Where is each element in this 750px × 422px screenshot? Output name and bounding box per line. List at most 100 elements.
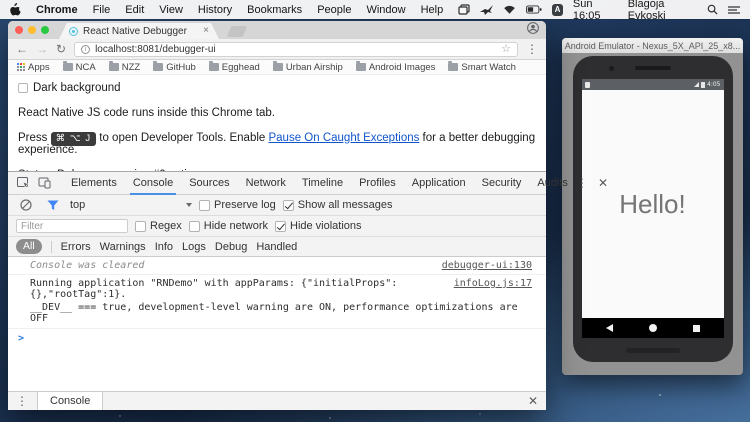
preserve-log-checkbox[interactable] [199,200,210,211]
console-output[interactable]: Console was cleared debugger-ui:130 Runn… [8,257,546,391]
tab-security[interactable]: Security [474,172,530,194]
bookmark-folder-nzz[interactable]: NZZ [109,62,140,73]
bookmark-folder-nca[interactable]: NCA [63,62,96,73]
windows-status-icon[interactable] [458,4,470,15]
hide-network-label: Hide network [204,220,268,232]
bookmark-folder-egghead[interactable]: Egghead [209,62,260,73]
phone-screen[interactable]: 4:05 Hello! [582,79,724,338]
device-toolbar-icon[interactable] [38,177,51,189]
hide-violations-option[interactable]: Hide violations [275,220,362,232]
console-prompt-chevron[interactable]: > [8,329,546,344]
tab-profiles[interactable]: Profiles [351,172,404,194]
level-info[interactable]: Info [155,241,173,253]
android-back-button[interactable] [606,324,613,332]
bookmark-apps[interactable]: Apps [17,62,50,73]
drawer-menu-icon[interactable]: ⋮ [16,395,28,407]
folder-icon [209,63,219,71]
menubar-user[interactable]: Blagoja Evkoski [628,0,697,22]
tab-timeline[interactable]: Timeline [294,172,351,194]
url-text[interactable]: localhost:8081/debugger-ui [95,44,216,55]
bookmark-folder-urban-airship[interactable]: Urban Airship [273,62,343,73]
preserve-log-option[interactable]: Preserve log [199,199,276,211]
android-emulator-window: Android Emulator - Nexus_5X_API_25_x8...… [562,38,743,375]
level-debug[interactable]: Debug [215,241,247,253]
dark-background-checkbox[interactable] [18,83,28,93]
close-window-button[interactable] [15,26,23,34]
devtools-menu-icon[interactable]: ⋮ [576,177,588,189]
profile-avatar-icon[interactable] [527,21,539,39]
menubar-app-name[interactable]: Chrome [36,4,78,16]
filter-input[interactable] [16,219,128,233]
apple-menu-icon[interactable] [10,3,21,16]
source-link[interactable]: infoLog.js:17 [442,278,532,289]
menu-help[interactable]: Help [421,4,444,16]
menu-bookmarks[interactable]: Bookmarks [247,4,302,16]
new-tab-button[interactable] [227,26,247,37]
filter-funnel-icon[interactable] [47,200,59,211]
clear-console-icon[interactable] [20,199,32,211]
pause-exceptions-link[interactable]: Pause On Caught Exceptions [268,132,419,144]
page-info-icon[interactable]: i [81,45,90,54]
back-icon[interactable]: ← [16,43,28,55]
level-handled[interactable]: Handled [256,241,297,253]
execution-context-selector[interactable]: top [70,199,192,211]
regex-option[interactable]: Regex [135,220,182,232]
tab-network[interactable]: Network [238,172,294,194]
bookmark-folder-smart-watch[interactable]: Smart Watch [448,62,516,73]
level-warnings[interactable]: Warnings [100,241,146,253]
notification-center-icon[interactable] [728,5,740,15]
menu-people[interactable]: People [317,4,351,16]
level-all[interactable]: All [16,239,42,254]
wifi-icon[interactable] [503,5,516,15]
menubar-clock[interactable]: Sun 16:05 [573,0,618,22]
bookmark-label: GitHub [166,62,196,73]
show-all-messages-checkbox[interactable] [283,200,294,211]
show-all-messages-option[interactable]: Show all messages [283,199,393,211]
tab-console[interactable]: Console [125,172,181,194]
tab-close-icon[interactable]: × [203,26,209,36]
tab-audits[interactable]: Audits [529,172,576,194]
devtools-close-icon[interactable]: ✕ [598,177,608,189]
hide-network-option[interactable]: Hide network [189,220,268,232]
android-home-button[interactable] [649,324,657,332]
tab-sources[interactable]: Sources [181,172,237,194]
fullscreen-window-button[interactable] [41,26,49,34]
regex-checkbox[interactable] [135,221,146,232]
forward-icon[interactable]: → [36,43,48,55]
minimize-window-button[interactable] [28,26,36,34]
level-logs[interactable]: Logs [182,241,206,253]
dark-background-option[interactable]: Dark background [18,82,536,94]
source-link[interactable]: debugger-ui:130 [430,260,532,271]
bookmark-star-icon[interactable]: ☆ [501,44,511,55]
chrome-tabstrip: React Native Debugger × [8,21,546,39]
reload-icon[interactable]: ↻ [56,43,66,55]
hide-violations-checkbox[interactable] [275,221,286,232]
chrome-menu-icon[interactable]: ⋮ [526,43,538,55]
menu-view[interactable]: View [159,4,183,16]
hide-network-checkbox[interactable] [189,221,200,232]
android-recents-button[interactable] [693,325,700,332]
browser-tab[interactable]: React Native Debugger × [59,23,219,39]
inspect-element-icon[interactable] [17,177,30,189]
menu-file[interactable]: File [93,4,111,16]
plane-status-icon[interactable] [480,5,493,15]
bookmark-label: Urban Airship [286,62,343,73]
menu-edit[interactable]: Edit [125,4,144,16]
emulator-title[interactable]: Android Emulator - Nexus_5X_API_25_x8... [562,38,743,53]
bookmarks-bar: Apps NCA NZZ GitHub Egghead Urban Airshi… [8,60,546,75]
drawer-close-icon[interactable]: ✕ [528,395,538,407]
tab-elements[interactable]: Elements [63,172,125,194]
level-errors[interactable]: Errors [61,241,91,253]
battery-icon[interactable] [526,5,542,14]
address-bar[interactable]: i localhost:8081/debugger-ui ☆ [74,42,518,57]
earpiece-speaker [635,66,671,70]
bookmark-folder-android-images[interactable]: Android Images [356,62,436,73]
bookmark-folder-github[interactable]: GitHub [153,62,196,73]
press-mid: to open Developer Tools. Enable [96,132,268,144]
menu-history[interactable]: History [198,4,232,16]
a-app-status-icon[interactable]: A [552,4,563,16]
menu-window[interactable]: Window [366,4,405,16]
tab-application[interactable]: Application [404,172,474,194]
drawer-tab-console[interactable]: Console [37,392,103,410]
spotlight-search-icon[interactable] [707,4,718,15]
